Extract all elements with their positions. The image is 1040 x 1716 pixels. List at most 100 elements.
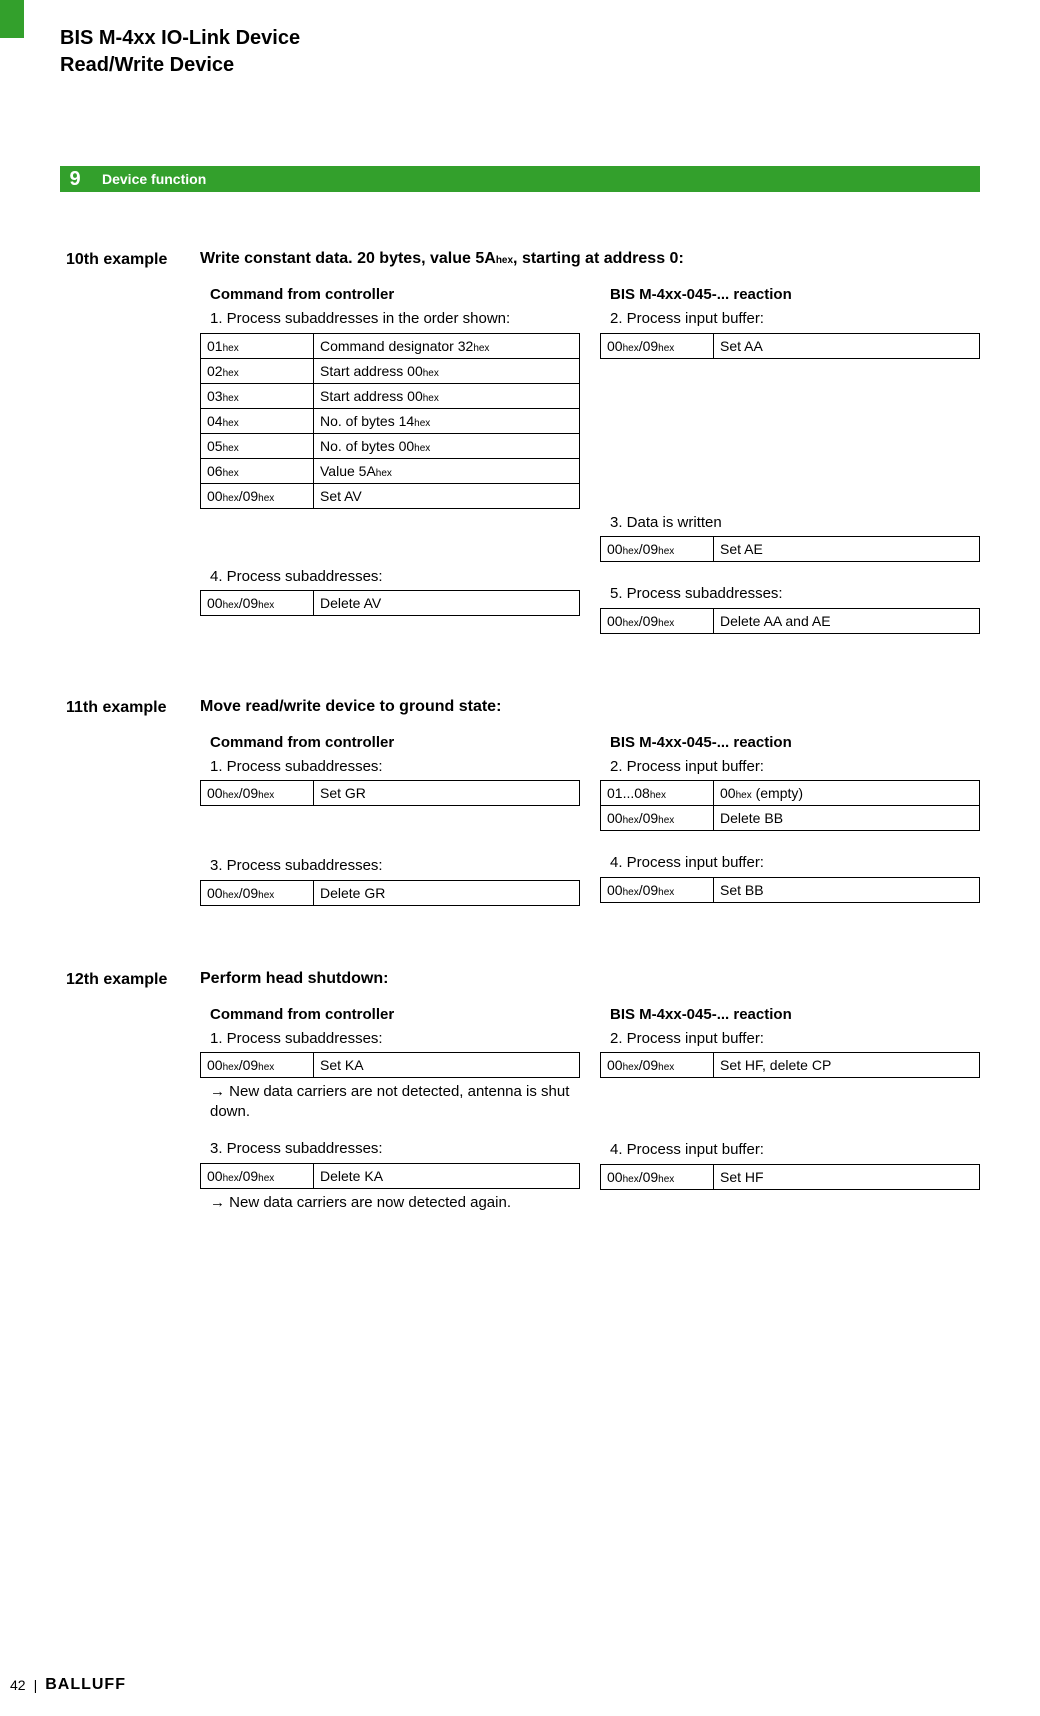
example-10-right-heading: BIS M-4xx-045-... reaction	[610, 286, 980, 303]
example-11-right-heading: BIS M-4xx-045-... reaction	[610, 734, 980, 751]
table-cell-address: 00hex/09hex	[601, 1053, 714, 1078]
example-10-step2: 2. Process input buffer:	[610, 309, 980, 329]
table-cell-value: Set AA	[714, 333, 980, 358]
example-12-left-heading: Command from controller	[210, 1006, 580, 1023]
table-cell-address: 06hex	[201, 458, 314, 483]
table-row: 00hex/09hexDelete KA	[201, 1163, 580, 1188]
table-cell-value: Set HF	[714, 1164, 980, 1189]
table-row: 00hex/09hexSet HF	[601, 1164, 980, 1189]
example-12-right-heading: BIS M-4xx-045-... reaction	[610, 1006, 980, 1023]
table-cell-address: 03hex	[201, 383, 314, 408]
example-11-left-table3: 00hex/09hexDelete GR	[200, 880, 580, 906]
example-10-title: Write constant data. 20 bytes, value 5Ah…	[200, 250, 980, 268]
table-cell-value: Set AE	[714, 537, 980, 562]
example-10-right-table3: 00hex/09hexSet AE	[600, 536, 980, 562]
corner-accent	[0, 0, 24, 38]
example-10-right-table2: 00hex/09hexSet AA	[600, 333, 980, 359]
example-11-left-table1: 00hex/09hexSet GR	[200, 780, 580, 806]
table-cell-value: Value 5Ahex	[314, 458, 580, 483]
section-number: 9	[60, 166, 90, 192]
table-cell-address: 00hex/09hex	[201, 591, 314, 616]
table-cell-value: Start address 00hex	[314, 383, 580, 408]
table-row: 01...08hex00hex (empty)	[601, 781, 980, 806]
table-cell-address: 00hex/09hex	[601, 877, 714, 902]
brand-logo: BALLUFF	[45, 1676, 126, 1694]
example-10-step1: 1. Process subaddresses in the order sho…	[210, 309, 580, 329]
doc-title-line2: Read/Write Device	[60, 53, 980, 78]
table-row: 01hexCommand designator 32hex	[201, 333, 580, 358]
footer: 42 | BALLUFF	[10, 1676, 126, 1694]
example-12-right-table2: 00hex/09hexSet HF, delete CP	[600, 1052, 980, 1078]
example-10-left-table4: 00hex/09hexDelete AV	[200, 590, 580, 616]
example-10-left-table1: 01hexCommand designator 32hex02hexStart …	[200, 333, 580, 509]
example-11-title: Move read/write device to ground state:	[200, 698, 980, 716]
example-12-step3: 3. Process subaddresses:	[210, 1139, 580, 1159]
section-title: Device function	[90, 166, 980, 192]
example-11-step4: 4. Process input buffer:	[610, 853, 980, 873]
table-cell-value: No. of bytes 14hex	[314, 408, 580, 433]
table-row: 00hex/09hexDelete AV	[201, 591, 580, 616]
table-cell-address: 00hex/09hex	[601, 608, 714, 633]
example-12-note1: → New data carriers are not detected, an…	[210, 1082, 580, 1121]
table-row: 00hex/09hexSet AE	[601, 537, 980, 562]
example-11-step2: 2. Process input buffer:	[610, 757, 980, 777]
section-header: 9 Device function	[60, 166, 980, 192]
table-cell-address: 00hex/09hex	[201, 483, 314, 508]
table-cell-address: 04hex	[201, 408, 314, 433]
table-cell-value: Command designator 32hex	[314, 333, 580, 358]
example-11-left-heading: Command from controller	[210, 734, 580, 751]
example-12-step1: 1. Process subaddresses:	[210, 1029, 580, 1049]
example-10-step5: 5. Process subaddresses:	[610, 584, 980, 604]
table-cell-address: 00hex/09hex	[201, 880, 314, 905]
example-10-left-heading: Command from controller	[210, 286, 580, 303]
table-cell-address: 00hex/09hex	[201, 1053, 314, 1078]
table-row: 00hex/09hexDelete AA and AE	[601, 608, 980, 633]
table-cell-value: Set HF, delete CP	[714, 1053, 980, 1078]
table-cell-value: Delete KA	[314, 1163, 580, 1188]
table-row: 00hex/09hexSet AV	[201, 483, 580, 508]
example-10-right-table5: 00hex/09hexDelete AA and AE	[600, 608, 980, 634]
example-12-step2: 2. Process input buffer:	[610, 1029, 980, 1049]
table-cell-value: Set GR	[314, 781, 580, 806]
table-row: 04hexNo. of bytes 14hex	[201, 408, 580, 433]
table-cell-address: 01hex	[201, 333, 314, 358]
example-12-title: Perform head shutdown:	[200, 970, 980, 988]
table-row: 00hex/09hexDelete BB	[601, 806, 980, 831]
table-cell-value: Delete AA and AE	[714, 608, 980, 633]
table-row: 06hexValue 5Ahex	[201, 458, 580, 483]
example-10-label: 10th example	[66, 250, 178, 638]
example-11-label: 11th example	[66, 698, 178, 910]
table-cell-value: Start address 00hex	[314, 358, 580, 383]
table-cell-value: Set BB	[714, 877, 980, 902]
table-cell-value: Set AV	[314, 483, 580, 508]
table-cell-address: 00hex/09hex	[601, 806, 714, 831]
page-number: 42	[10, 1677, 26, 1693]
example-11-step1: 1. Process subaddresses:	[210, 757, 580, 777]
example-12-left-table3: 00hex/09hexDelete KA	[200, 1163, 580, 1189]
table-cell-address: 02hex	[201, 358, 314, 383]
table-row: 00hex/09hexSet BB	[601, 877, 980, 902]
example-12-label: 12th example	[66, 970, 178, 1213]
table-row: 05hexNo. of bytes 00hex	[201, 433, 580, 458]
table-cell-address: 00hex/09hex	[601, 1164, 714, 1189]
example-12-step4: 4. Process input buffer:	[610, 1140, 980, 1160]
table-cell-value: 00hex (empty)	[714, 781, 980, 806]
example-11-step3: 3. Process subaddresses:	[210, 856, 580, 876]
table-cell-address: 00hex/09hex	[201, 781, 314, 806]
example-10: 10th example Write constant data. 20 byt…	[66, 250, 980, 638]
table-cell-address: 05hex	[201, 433, 314, 458]
example-12-note2: → New data carriers are now detected aga…	[210, 1193, 580, 1213]
table-cell-value: Delete GR	[314, 880, 580, 905]
example-12-right-table4: 00hex/09hexSet HF	[600, 1164, 980, 1190]
table-cell-value: Set KA	[314, 1053, 580, 1078]
example-12: 12th example Perform head shutdown: Comm…	[66, 970, 980, 1213]
table-row: 02hexStart address 00hex	[201, 358, 580, 383]
table-cell-address: 01...08hex	[601, 781, 714, 806]
example-10-title-hex: hex	[496, 255, 513, 266]
example-10-step3: 3. Data is written	[610, 513, 980, 533]
table-row: 00hex/09hexSet HF, delete CP	[601, 1053, 980, 1078]
example-11: 11th example Move read/write device to g…	[66, 698, 980, 910]
table-row: 00hex/09hexDelete GR	[201, 880, 580, 905]
table-cell-address: 00hex/09hex	[601, 333, 714, 358]
doc-title-line1: BIS M-4xx IO-Link Device	[60, 26, 980, 51]
